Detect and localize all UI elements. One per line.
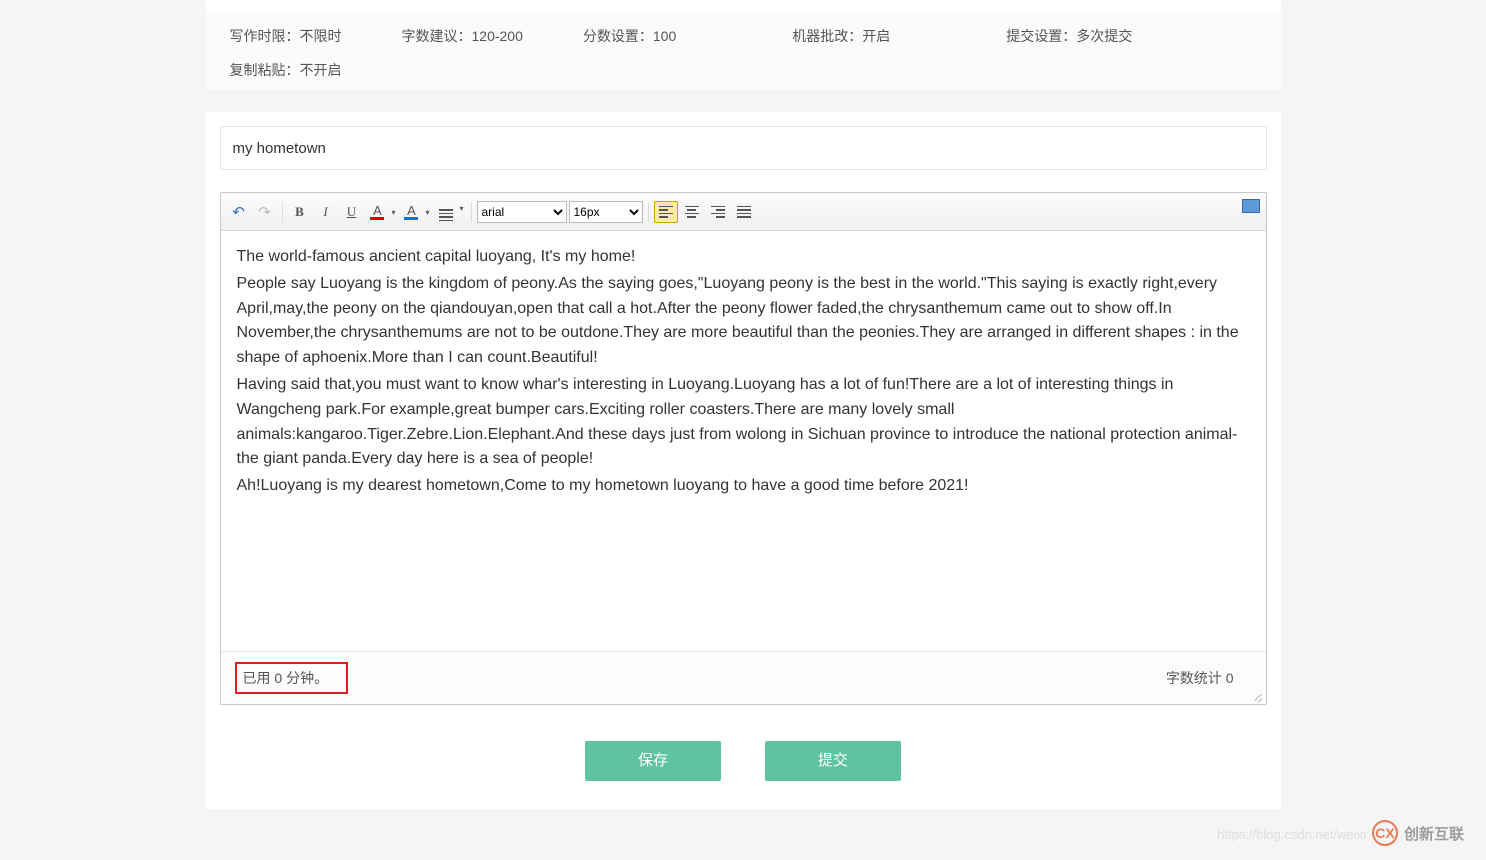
editor-content-area[interactable]: The world-famous ancient capital luoyang…: [221, 231, 1266, 651]
background-color-dropdown[interactable]: A▾: [400, 200, 432, 224]
editor-panel: ↶ ↷ B I U A▾ A▾ ▾ arial: [206, 112, 1281, 809]
align-right-button[interactable]: [706, 201, 730, 223]
editor-toolbar: ↶ ↷ B I U A▾ A▾ ▾ arial: [221, 193, 1266, 231]
setting-copy-paste: 复制粘贴：不开启: [230, 60, 1257, 80]
settings-panel: 写作时限：不限时 字数建议：120-200 分数设置：100 机器批改：开启 提…: [206, 0, 1281, 90]
redo-icon[interactable]: ↷: [253, 201, 277, 223]
font-family-select[interactable]: arial: [477, 201, 567, 223]
editor-paragraph: Ah!Luoyang is my dearest hometown,Come t…: [237, 474, 1250, 499]
setting-time-limit: 写作时限：不限时: [230, 26, 342, 46]
chevron-down-icon: ▾: [390, 202, 398, 224]
italic-button[interactable]: I: [314, 201, 338, 223]
line-height-dropdown[interactable]: ▾: [434, 197, 466, 226]
timer-display: 已用 0 分钟。: [235, 662, 349, 694]
font-color-dropdown[interactable]: A▾: [366, 200, 398, 224]
align-left-button[interactable]: [654, 201, 678, 223]
title-input[interactable]: [220, 126, 1267, 170]
editor-paragraph: The world-famous ancient capital luoyang…: [237, 245, 1250, 270]
undo-icon[interactable]: ↶: [227, 201, 251, 223]
watermark-url: https://blog.csdn.net/weixi: [1217, 827, 1366, 842]
action-bar: 保存 提交: [220, 741, 1267, 781]
watermark-logo-icon: CX: [1372, 820, 1398, 846]
chevron-down-icon: ▾: [424, 202, 432, 224]
save-button[interactable]: 保存: [585, 741, 721, 781]
watermark-text: 创新互联: [1404, 823, 1464, 844]
word-count-display: 字数统计 0: [1166, 668, 1234, 688]
submit-button[interactable]: 提交: [765, 741, 901, 781]
bold-button[interactable]: B: [288, 201, 312, 223]
line-height-icon: [434, 204, 458, 226]
setting-score: 分数设置：100: [583, 26, 676, 46]
underline-button[interactable]: U: [340, 201, 364, 223]
editor-paragraph: Having said that,you must want to know w…: [237, 373, 1250, 472]
bg-color-icon: A: [400, 200, 424, 222]
chevron-down-icon: ▾: [458, 197, 466, 219]
font-size-select[interactable]: 16px: [569, 201, 643, 223]
editor-paragraph: People say Luoyang is the kingdom of peo…: [237, 272, 1250, 371]
editor-status-bar: 已用 0 分钟。 字数统计 0: [221, 651, 1266, 704]
font-color-icon: A: [366, 200, 390, 222]
toolbar-separator: [282, 202, 283, 222]
toolbar-separator: [471, 202, 472, 222]
setting-word-suggestion: 字数建议：120-200: [402, 26, 523, 46]
watermark: CX 创新互联: [1372, 820, 1464, 846]
align-justify-button[interactable]: [732, 201, 756, 223]
setting-machine-grade: 机器批改：开启: [792, 26, 890, 46]
align-center-button[interactable]: [680, 201, 704, 223]
fullscreen-icon[interactable]: [1242, 199, 1260, 213]
resize-handle-icon[interactable]: [1250, 688, 1264, 702]
toolbar-separator: [648, 202, 649, 222]
rich-text-editor: ↶ ↷ B I U A▾ A▾ ▾ arial: [220, 192, 1267, 705]
setting-submit: 提交设置：多次提交: [1006, 26, 1132, 46]
